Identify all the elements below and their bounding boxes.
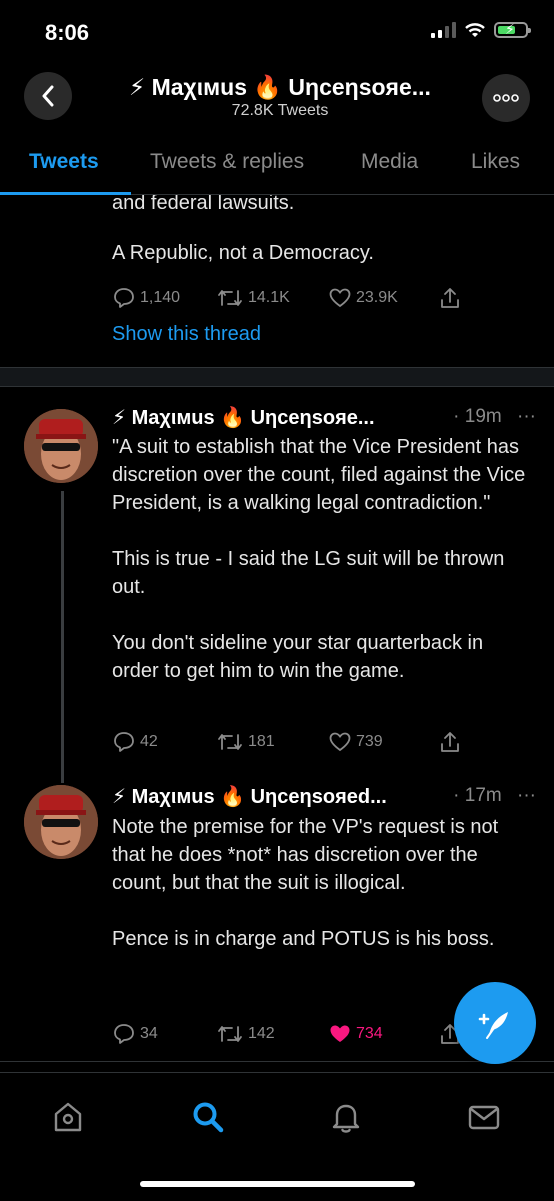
back-button[interactable]	[24, 72, 72, 120]
retweet-icon	[218, 290, 242, 306]
reply-icon	[114, 288, 134, 308]
tweet-feed[interactable]: and federal lawsuits. A Republic, not a …	[0, 195, 554, 1070]
reply-button[interactable]: 34	[112, 1022, 158, 1046]
tweet-count: 72.8K Tweets	[231, 102, 329, 119]
thread-connector	[61, 491, 64, 783]
nav-notifications[interactable]	[326, 1097, 366, 1137]
tab-tweets-and-replies[interactable]: Tweets & replies	[150, 150, 304, 174]
status-bar: 8:06 ⚡	[0, 0, 554, 64]
like-count: 23.9K	[356, 289, 398, 306]
like-count: 734	[356, 1025, 383, 1042]
previous-tweet-actions: 1,140 14.1K 23.9K	[112, 285, 532, 311]
tweet-time: · 17m	[453, 785, 502, 806]
avatar[interactable]	[24, 785, 98, 859]
home-icon	[54, 1102, 82, 1132]
reply-icon	[114, 1024, 134, 1044]
reply-button[interactable]: 42	[112, 730, 158, 754]
tweet-author[interactable]: ⚡ Maχιмus 🔥 Uηceηsoяed...	[112, 784, 387, 809]
compose-feather-icon	[478, 1012, 508, 1039]
profile-tabs: Tweets Tweets & replies Media Likes	[0, 130, 554, 195]
retweet-count: 181	[248, 733, 275, 750]
profile-header: ⚡ Maχιмus 🔥 Uηceηsoяe... 72.8K Tweets	[0, 64, 554, 130]
tweet-paragraph: Pence is in charge and POTUS is his boss…	[112, 928, 495, 950]
home-indicator[interactable]	[140, 1181, 415, 1187]
share-button[interactable]	[438, 730, 462, 754]
retweet-icon	[218, 1026, 242, 1042]
like-button[interactable]: 734	[328, 1022, 383, 1046]
retweet-button[interactable]: 181	[216, 730, 275, 754]
tab-likes[interactable]: Likes	[471, 150, 520, 174]
like-button[interactable]: 23.9K	[328, 286, 398, 310]
nav-search[interactable]	[188, 1097, 228, 1137]
reply-count: 42	[140, 733, 158, 750]
tweet-paragraph: This is true - I said the LG suit will b…	[112, 548, 505, 598]
tweet-paragraph: Note the premise for the VP's request is…	[112, 816, 499, 894]
reply-button[interactable]: 1,140	[112, 286, 180, 310]
ellipsis-icon	[493, 94, 519, 102]
retweet-count: 142	[248, 1025, 275, 1042]
tweet-paragraph: "A suit to establish that the Vice Presi…	[112, 436, 526, 514]
compose-tweet-button[interactable]	[454, 982, 536, 1064]
nav-home[interactable]	[48, 1097, 88, 1137]
reply-count: 1,140	[140, 289, 181, 306]
profile-name: ⚡ Maχιмus 🔥 Uηceηsoяe...	[129, 74, 431, 100]
search-icon	[193, 1102, 224, 1133]
tweet-text: Note the premise for the VP's request is…	[112, 813, 532, 953]
tweet-author[interactable]: ⚡ Maχιмus 🔥 Uηceηsoяe...	[112, 405, 375, 430]
previous-tweet-line: A Republic, not a Democracy.	[112, 242, 374, 264]
tweet-paragraph: You don't sideline your star quarterback…	[112, 632, 484, 682]
retweet-button[interactable]: 14.1K	[216, 286, 290, 310]
more-button[interactable]	[482, 74, 530, 122]
tweet-more-button[interactable]: ···	[517, 785, 536, 806]
previous-tweet-line: and federal lawsuits.	[112, 195, 295, 214]
tweet-actions: 42 181 739	[112, 729, 532, 755]
like-count: 739	[356, 733, 383, 750]
mail-icon	[468, 1105, 500, 1130]
share-icon	[441, 288, 459, 308]
share-button[interactable]	[438, 286, 462, 310]
feed-separator	[0, 367, 554, 387]
heart-icon	[329, 732, 351, 752]
status-icons: ⚡	[431, 21, 531, 38]
tweet-time: · 19m	[453, 406, 502, 427]
bottom-navigation	[0, 1072, 554, 1201]
reply-count: 34	[140, 1025, 158, 1042]
tweet-more-button[interactable]: ···	[517, 406, 536, 427]
wifi-icon	[465, 23, 485, 37]
tab-tweets[interactable]: Tweets	[29, 150, 99, 174]
heart-icon	[329, 288, 351, 308]
show-thread-link[interactable]: Show this thread	[112, 323, 261, 346]
share-icon	[441, 732, 459, 752]
status-time: 8:06	[45, 20, 90, 45]
tweet-timestamp: · 17m ···	[453, 785, 536, 807]
previous-tweet-text: and federal lawsuits. A Republic, not a …	[112, 195, 532, 267]
bell-icon	[332, 1104, 360, 1133]
cellular-signal-icon	[431, 22, 456, 38]
retweet-icon	[218, 734, 242, 750]
chevron-left-icon	[42, 85, 54, 107]
tab-media[interactable]: Media	[361, 150, 418, 174]
tweet-text: "A suit to establish that the Vice Presi…	[112, 433, 532, 685]
tweet-divider	[0, 1061, 554, 1062]
retweet-count: 14.1K	[248, 289, 290, 306]
battery-icon: ⚡	[494, 21, 531, 38]
reply-icon	[114, 732, 134, 752]
avatar[interactable]	[24, 409, 98, 483]
retweet-button[interactable]: 142	[216, 1022, 275, 1046]
heart-filled-icon	[330, 1025, 350, 1042]
tweet-timestamp: · 19m ···	[453, 406, 536, 428]
like-button[interactable]: 739	[328, 730, 383, 754]
nav-messages[interactable]	[464, 1097, 504, 1137]
